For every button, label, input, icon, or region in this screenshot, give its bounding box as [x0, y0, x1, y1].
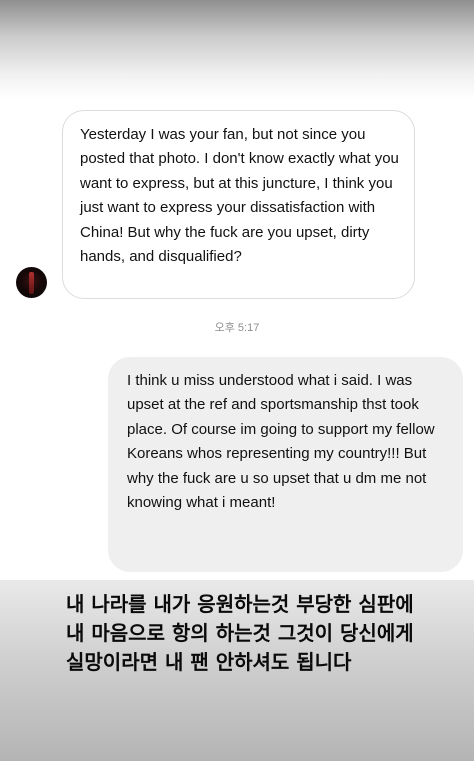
- incoming-message-bubble[interactable]: Yesterday I was your fan, but not since …: [62, 110, 415, 299]
- message-timestamp: 오후 5:17: [214, 322, 260, 334]
- avatar-figure-icon: [29, 272, 34, 294]
- story-caption-text: 내 나라를 내가 응원하는것 부당한 심판에 내 마음으로 항의 하는것 그것이…: [66, 592, 414, 674]
- sender-avatar[interactable]: [16, 267, 47, 298]
- incoming-message-text: Yesterday I was your fan, but not since …: [80, 126, 399, 266]
- top-gradient-overlay: [0, 0, 474, 100]
- outgoing-message-text: I think u miss understood what i said. I…: [127, 372, 435, 512]
- outgoing-message-bubble[interactable]: I think u miss understood what i said. I…: [108, 357, 463, 572]
